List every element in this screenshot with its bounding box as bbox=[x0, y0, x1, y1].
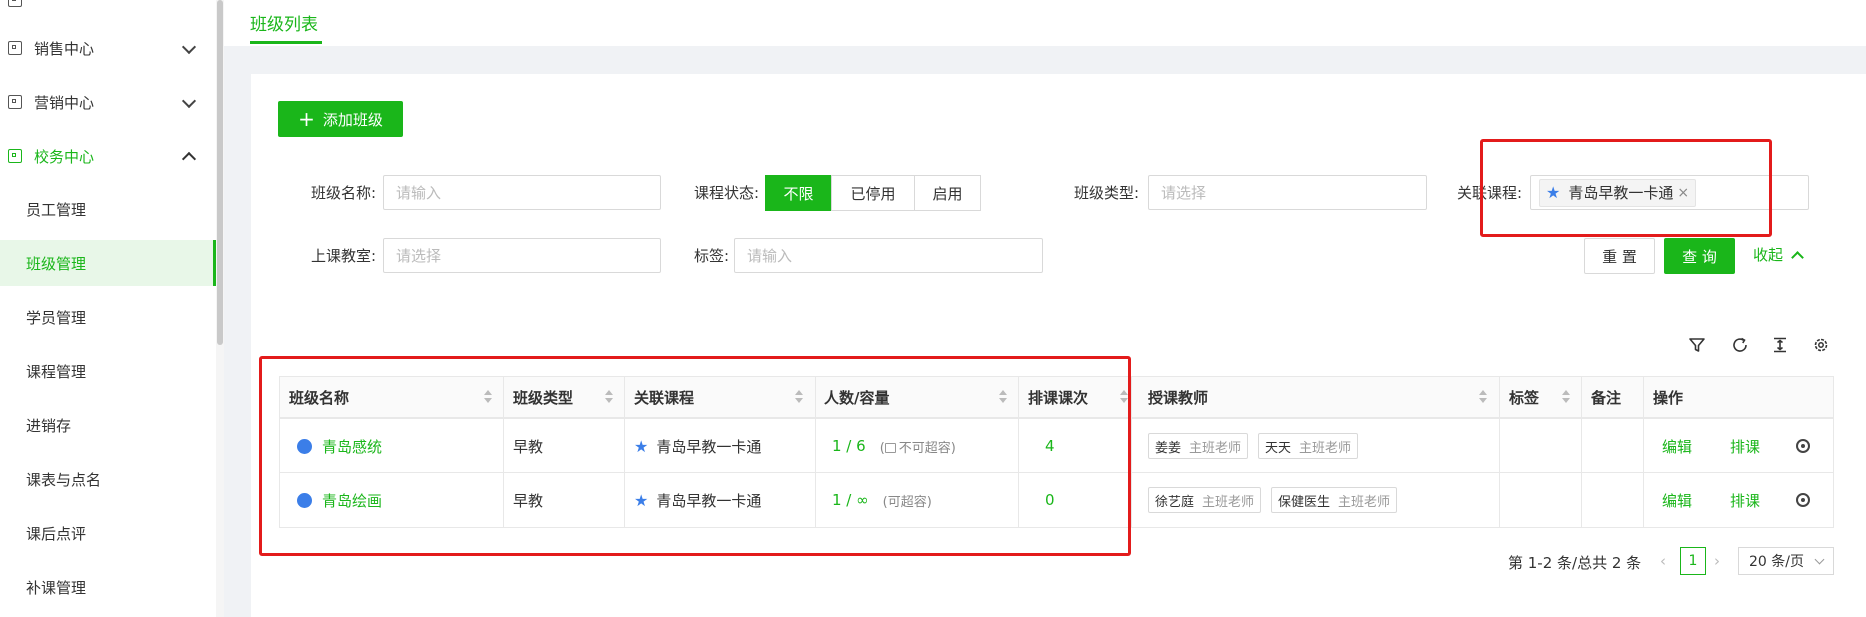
schedule-link[interactable]: 排课 bbox=[1730, 419, 1760, 473]
sort-icon[interactable] bbox=[1479, 390, 1487, 404]
highlight-box-table bbox=[259, 356, 1131, 556]
course-status-label: 课程状态: bbox=[693, 184, 759, 202]
class-type-select[interactable]: 请选择 bbox=[1148, 175, 1427, 210]
teachers-cell: 徐艺庭 主班老师 保健医生 主班老师 bbox=[1148, 473, 1407, 527]
edit-link[interactable]: 编辑 bbox=[1662, 419, 1692, 473]
teacher-chip: 天天 主班老师 bbox=[1258, 433, 1359, 459]
row-settings-button[interactable] bbox=[1796, 473, 1810, 527]
collapse-filters-link[interactable]: 收起 bbox=[1753, 244, 1804, 265]
reset-button[interactable]: 重 置 bbox=[1584, 238, 1655, 274]
add-class-label: 添加班级 bbox=[322, 110, 383, 129]
schedule-link[interactable]: 排课 bbox=[1730, 473, 1760, 527]
tab-bar bbox=[224, 0, 1866, 46]
sidebar-sub-timetable[interactable]: 课表与点名 bbox=[0, 456, 216, 502]
sidebar-sub-courses[interactable]: 课程管理 bbox=[0, 348, 216, 394]
page-number-current[interactable]: 1 bbox=[1680, 547, 1706, 575]
sidebar-sub-students[interactable]: 学员管理 bbox=[0, 294, 216, 340]
sidebar-sub-classes[interactable]: 班级管理 bbox=[0, 240, 216, 286]
chevron-down-icon bbox=[181, 93, 197, 109]
gear-icon bbox=[1796, 439, 1810, 453]
divider bbox=[1131, 376, 1132, 528]
collapse-label: 收起 bbox=[1753, 246, 1784, 264]
sidebar-item-label: 销售中心 bbox=[34, 39, 95, 58]
chevron-up-icon bbox=[1791, 251, 1804, 264]
sidebar-item-sales[interactable]: 销售中心 bbox=[0, 24, 216, 72]
chevron-up-icon bbox=[181, 151, 197, 167]
column-header-notes: 备注 bbox=[1591, 388, 1622, 407]
sidebar-sub-review[interactable]: 课后点评 bbox=[0, 510, 216, 556]
teacher-role: 主班老师 bbox=[1189, 440, 1242, 456]
menu-icon bbox=[8, 0, 22, 7]
add-class-button[interactable]: + 添加班级 bbox=[278, 101, 403, 137]
column-height-icon[interactable] bbox=[1769, 336, 1791, 358]
sidebar-item-school-affairs[interactable]: 校务中心 bbox=[0, 132, 216, 180]
teachers-cell: 姜姜 主班老师 天天 主班老师 bbox=[1148, 419, 1368, 473]
column-header-actions: 操作 bbox=[1653, 388, 1684, 407]
page-size-select[interactable]: 20 条/页 bbox=[1738, 547, 1834, 575]
teacher-chip: 保健医生 主班老师 bbox=[1271, 487, 1398, 513]
teacher-chip: 徐艺庭 主班老师 bbox=[1148, 487, 1262, 513]
teacher-chip: 姜姜 主班老师 bbox=[1148, 433, 1249, 459]
next-page-icon[interactable]: › bbox=[1714, 552, 1720, 570]
sort-icon[interactable] bbox=[1562, 390, 1570, 404]
sidebar-item-label: 校务中心 bbox=[34, 147, 95, 166]
chevron-down-icon bbox=[181, 39, 197, 55]
plus-icon: + bbox=[298, 107, 315, 131]
query-button[interactable]: 查 询 bbox=[1664, 238, 1735, 274]
teacher-role: 主班老师 bbox=[1202, 494, 1255, 510]
teacher-name: 姜姜 bbox=[1155, 440, 1182, 456]
classroom-label: 上课教室: bbox=[310, 247, 376, 265]
sidebar-scrollbar[interactable] bbox=[217, 0, 223, 345]
teacher-role: 主班老师 bbox=[1338, 494, 1391, 510]
menu-icon bbox=[8, 41, 22, 55]
class-type-placeholder: 请选择 bbox=[1161, 184, 1207, 202]
classroom-placeholder: 请选择 bbox=[396, 247, 442, 265]
divider bbox=[1833, 376, 1834, 528]
sidebar-item-marketing[interactable]: 营销中心 bbox=[0, 78, 216, 126]
sidebar: 销售中心 营销中心 校务中心 员工管理 班级管理 学员管理 课程管理 进销存 课… bbox=[0, 0, 216, 617]
sidebar-sub-inventory[interactable]: 进销存 bbox=[0, 402, 216, 448]
sidebar-item-partial[interactable] bbox=[0, 0, 216, 24]
classroom-select[interactable]: 请选择 bbox=[383, 238, 661, 273]
status-option-all[interactable]: 不限 bbox=[765, 175, 832, 211]
tab-active-indicator bbox=[250, 41, 322, 44]
tags-label: 标签: bbox=[693, 247, 729, 265]
tab-class-list[interactable]: 班级列表 bbox=[250, 10, 318, 35]
edit-link[interactable]: 编辑 bbox=[1662, 473, 1692, 527]
status-option-disabled[interactable]: 已停用 bbox=[831, 175, 915, 211]
chevron-down-icon bbox=[1814, 554, 1825, 565]
divider bbox=[1499, 376, 1500, 528]
menu-icon bbox=[8, 95, 22, 109]
row-settings-button[interactable] bbox=[1796, 419, 1810, 473]
refresh-icon[interactable] bbox=[1729, 336, 1751, 358]
teacher-name: 徐艺庭 bbox=[1155, 494, 1195, 510]
menu-icon bbox=[8, 149, 22, 163]
filter-icon[interactable] bbox=[1686, 336, 1708, 358]
teacher-name: 天天 bbox=[1265, 440, 1292, 456]
divider bbox=[1581, 376, 1582, 528]
column-header-tags[interactable]: 标签 bbox=[1509, 376, 1539, 418]
tags-input[interactable]: 请输入 bbox=[734, 238, 1043, 273]
class-name-placeholder: 请输入 bbox=[396, 184, 442, 202]
page-size-value: 20 条/页 bbox=[1749, 554, 1804, 570]
pagination-total: 第 1-2 条/总共 2 条 bbox=[1508, 554, 1642, 572]
prev-page-icon[interactable]: ‹ bbox=[1660, 552, 1666, 570]
column-header-teachers[interactable]: 授课教师 bbox=[1148, 376, 1208, 418]
highlight-box-related-course bbox=[1480, 139, 1772, 237]
class-type-label: 班级类型: bbox=[1073, 184, 1139, 202]
divider bbox=[1643, 376, 1644, 528]
teacher-role: 主班老师 bbox=[1299, 440, 1352, 456]
settings-icon[interactable] bbox=[1810, 336, 1832, 358]
sidebar-item-label: 营销中心 bbox=[34, 93, 95, 112]
status-option-enabled[interactable]: 启用 bbox=[914, 175, 981, 211]
class-name-input[interactable]: 请输入 bbox=[383, 175, 661, 210]
teacher-name: 保健医生 bbox=[1278, 494, 1331, 510]
tags-placeholder: 请输入 bbox=[747, 247, 793, 265]
gear-icon bbox=[1796, 493, 1810, 507]
sidebar-sub-staff[interactable]: 员工管理 bbox=[0, 186, 216, 232]
sidebar-sub-makeup[interactable]: 补课管理 bbox=[0, 564, 216, 610]
class-name-label: 班级名称: bbox=[310, 184, 376, 202]
